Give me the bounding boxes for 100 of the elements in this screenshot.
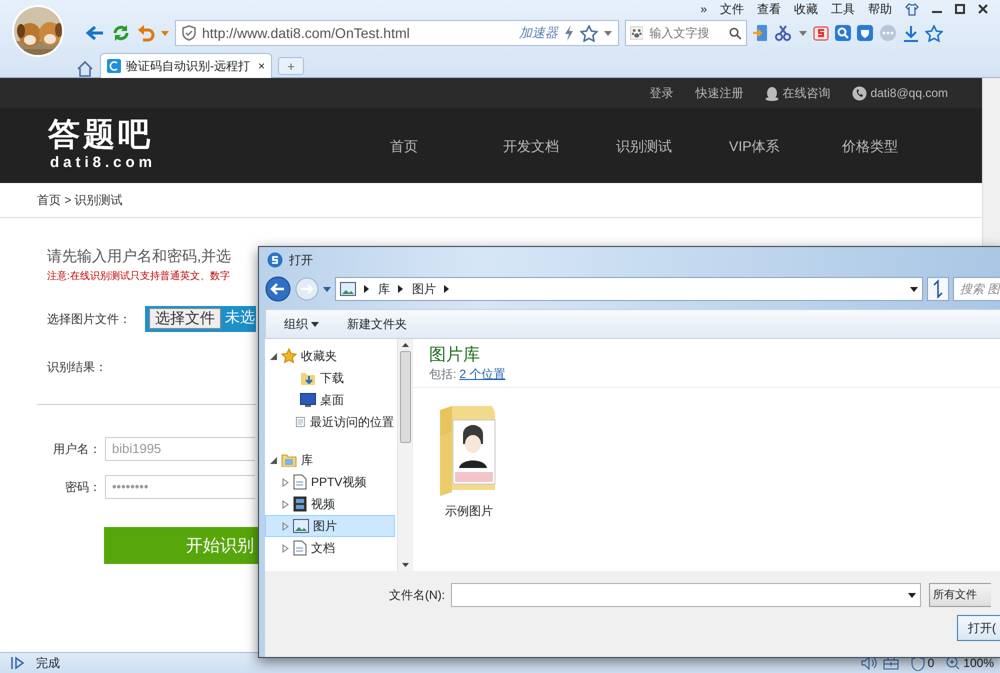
header-link[interactable]: 在线咨询 — [765, 86, 830, 100]
shield-icon[interactable] — [857, 25, 873, 41]
toolbox-icon[interactable] — [882, 656, 899, 670]
caret-icon — [908, 592, 916, 598]
status-text: 完成 — [36, 655, 61, 672]
lightning-icon[interactable] — [564, 25, 574, 41]
nav-link[interactable]: 首页 — [390, 138, 503, 152]
zoom-control[interactable]: 100% — [946, 656, 994, 670]
s-logo-icon[interactable] — [813, 25, 829, 41]
expand-arrow-icon[interactable] — [282, 500, 289, 508]
menu-item[interactable]: 帮助 — [868, 3, 892, 15]
folder-item[interactable]: 示例图片 — [429, 404, 509, 520]
document-icon — [293, 474, 307, 490]
chevron-icon[interactable] — [364, 285, 370, 293]
tree-item[interactable]: 文档 — [265, 537, 395, 559]
caret-icon — [323, 286, 331, 292]
file-type-dropdown[interactable]: 所有文件 — [929, 583, 991, 607]
choose-file-button[interactable]: 选择文件 — [149, 308, 221, 329]
tree-item[interactable]: 图片 — [265, 515, 395, 537]
sidebar-toggle-icon[interactable] — [10, 656, 24, 670]
paw-icon — [630, 25, 644, 41]
expand-arrow-icon[interactable] — [270, 352, 277, 360]
menu-item[interactable]: 查看 — [757, 3, 781, 15]
header-link[interactable]: 快速注册 — [695, 87, 744, 99]
field-label: 用户名： — [52, 440, 102, 458]
expand-arrow-icon[interactable] — [270, 456, 277, 464]
star-icon — [281, 348, 297, 364]
open-button[interactable]: 打开( — [957, 615, 1000, 641]
header-link[interactable]: 登录 — [649, 87, 674, 99]
tab-title: 验证码自动识别-远程打 — [126, 58, 251, 75]
close-icon[interactable] — [978, 4, 988, 14]
tree-item[interactable]: 库 — [265, 449, 395, 471]
new-tab-button[interactable]: + — [278, 57, 304, 75]
search-icon[interactable] — [729, 26, 742, 40]
download-icon[interactable] — [903, 24, 919, 42]
scissors-icon[interactable] — [775, 25, 793, 41]
nav-link[interactable]: 价格类型 — [842, 138, 955, 152]
menu-item[interactable]: 工具 — [831, 3, 855, 15]
magnifier-icon[interactable] — [835, 25, 851, 41]
url-text[interactable]: http://www.dati8.com/OnTest.html — [202, 22, 513, 44]
search-box[interactable]: 输入文字搜 — [625, 20, 747, 46]
search-field[interactable]: 搜索 图 — [953, 277, 1000, 301]
download-folder-icon — [300, 370, 316, 386]
tree-item[interactable]: 最近访问的位置 — [265, 411, 395, 433]
path-segment[interactable]: 库 — [378, 280, 390, 298]
path-segment[interactable]: 图片 — [412, 280, 436, 298]
expand-arrow-icon[interactable] — [282, 544, 289, 552]
includes-label: 包括: — [429, 367, 456, 382]
nav-link[interactable]: VIP体系 — [729, 138, 842, 152]
speaker-icon[interactable] — [860, 656, 877, 670]
caret-icon — [799, 30, 807, 36]
header-link[interactable]: dati8@qq.com — [852, 86, 948, 100]
library-title: 图片库 — [429, 345, 481, 366]
library-icon — [281, 453, 297, 467]
filename-field[interactable] — [451, 583, 921, 607]
star-icon[interactable] — [925, 24, 943, 42]
shield-counter[interactable]: 0 — [910, 656, 934, 670]
refresh-icon[interactable] — [927, 277, 949, 301]
refresh-icon[interactable] — [111, 23, 131, 43]
locations-link[interactable]: 2 个位置 — [459, 367, 506, 382]
chevron-icon[interactable] — [398, 285, 404, 293]
maximize-icon[interactable] — [955, 4, 965, 14]
back-icon[interactable] — [85, 24, 105, 42]
breadcrumb-text[interactable]: 首页 > 识别测试 — [37, 191, 123, 209]
pictures-icon — [293, 519, 309, 533]
tree-item[interactable]: 桌面 — [265, 389, 395, 411]
tree-item[interactable]: PPTV视频 — [265, 471, 395, 493]
scroll-down-icon[interactable] — [402, 563, 408, 567]
film-icon — [293, 496, 307, 512]
logo-domain: dati8.com — [49, 152, 156, 173]
nav-link[interactable]: 开发文档 — [503, 138, 616, 152]
toolbar-button[interactable]: 新建文件夹 — [347, 318, 407, 330]
form-heading: 请先输入用户名和密码,并选 — [47, 247, 232, 267]
tab-close-button[interactable]: × — [258, 60, 265, 72]
file-picker[interactable]: 选择文件 未选 — [145, 306, 256, 332]
expand-arrow-icon[interactable] — [282, 478, 289, 486]
nav-link[interactable]: 识别测试 — [616, 138, 729, 152]
undo-icon[interactable] — [137, 24, 155, 42]
chevron-icon[interactable] — [444, 285, 450, 293]
home-icon[interactable] — [76, 60, 94, 78]
address-bar[interactable]: 库 图片 — [335, 277, 923, 301]
scroll-up-icon[interactable] — [402, 343, 408, 347]
address-bar[interactable]: http://www.dati8.com/OnTest.html 加速器 — [175, 20, 619, 46]
field-label: 文件名(N): — [389, 587, 445, 604]
tree-item[interactable]: 视频 — [265, 493, 395, 515]
star-icon[interactable] — [580, 24, 598, 42]
shirt-icon[interactable] — [905, 2, 919, 16]
door-icon[interactable] — [753, 24, 769, 42]
menu-item[interactable]: » — [700, 3, 707, 15]
tree-item[interactable]: 收藏夹 — [265, 345, 395, 367]
tree-item[interactable]: 下载 — [265, 367, 395, 389]
toolbar-button[interactable]: 组织 — [284, 318, 319, 330]
field-label: 密码： — [64, 478, 102, 496]
back-icon[interactable] — [265, 276, 291, 302]
menu-item[interactable]: 收藏 — [794, 3, 818, 15]
menu-item[interactable]: 文件 — [720, 3, 744, 15]
browser-tab[interactable]: 验证码自动识别-远程打 × — [100, 53, 272, 78]
accelerator-label[interactable]: 加速器 — [519, 23, 558, 43]
shield-icon — [182, 25, 196, 41]
scrollbar[interactable] — [397, 339, 412, 571]
